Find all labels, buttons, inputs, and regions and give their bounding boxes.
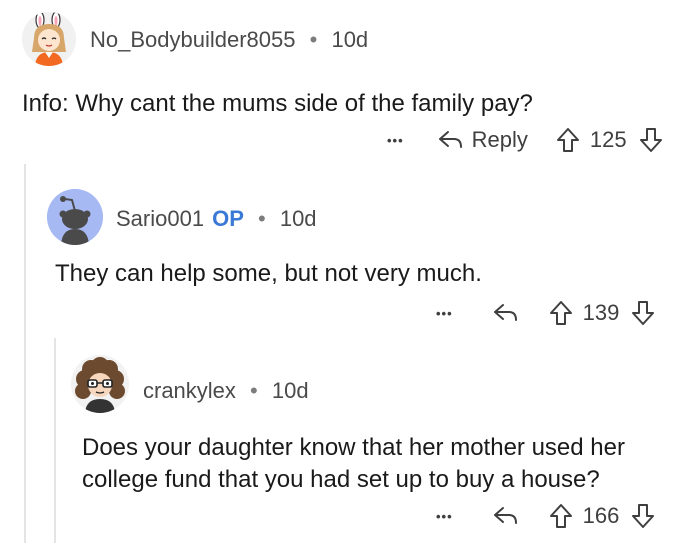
comment-actions: ••• Reply 125 bbox=[387, 122, 663, 158]
comment-actions: ••• 139 bbox=[436, 295, 655, 331]
comment-body: They can help some, but not very much. bbox=[55, 260, 482, 287]
timestamp: 10d bbox=[271, 378, 309, 403]
downvote-arrow-icon[interactable] bbox=[631, 503, 655, 529]
reply-label: Reply bbox=[471, 127, 528, 152]
comment-actions: ••• 166 bbox=[436, 498, 655, 534]
comment-meta: crankylex • 10d bbox=[143, 378, 309, 404]
timestamp: 10d bbox=[331, 27, 369, 52]
separator-dot: • bbox=[309, 27, 318, 52]
comment-body: Info: Why cant the mums side of the fami… bbox=[22, 90, 533, 117]
reply-arrow-icon[interactable] bbox=[493, 302, 519, 324]
separator-dot: • bbox=[258, 206, 266, 231]
vote-score: 125 bbox=[589, 127, 627, 152]
thread-line-level-2 bbox=[54, 338, 56, 543]
comment-body-line-1: Does your daughter know that her mother … bbox=[82, 434, 625, 461]
more-options-button[interactable]: ••• bbox=[436, 509, 453, 524]
avatar-bunny-girl-icon[interactable] bbox=[22, 12, 76, 66]
reply-arrow-icon[interactable] bbox=[493, 505, 519, 527]
op-badge: OP bbox=[212, 206, 244, 231]
comment-meta: No_Bodybuilder8055 • 10d bbox=[90, 27, 368, 53]
reply-arrow-icon bbox=[438, 129, 464, 151]
timestamp: 10d bbox=[279, 206, 317, 231]
upvote-arrow-icon[interactable] bbox=[549, 503, 573, 529]
reply-button[interactable]: Reply bbox=[438, 127, 528, 153]
username[interactable]: Sario001 bbox=[116, 206, 204, 231]
vote-score: 139 bbox=[582, 300, 620, 325]
thread-line-level-1 bbox=[24, 164, 26, 543]
avatar-curly-hair-icon[interactable] bbox=[71, 355, 129, 413]
separator-dot: • bbox=[250, 378, 258, 403]
username[interactable]: No_Bodybuilder8055 bbox=[90, 27, 296, 52]
more-options-button[interactable]: ••• bbox=[387, 133, 404, 148]
downvote-arrow-icon[interactable] bbox=[631, 300, 655, 326]
comment-meta: Sario001 OP • 10d bbox=[116, 206, 317, 232]
avatar-default-snoo-icon[interactable] bbox=[47, 189, 103, 245]
upvote-arrow-icon[interactable] bbox=[549, 300, 573, 326]
username[interactable]: crankylex bbox=[143, 378, 236, 403]
vote-score: 166 bbox=[582, 503, 620, 528]
comment-body-line-2: college fund that you had set up to buy … bbox=[82, 466, 600, 493]
more-options-button[interactable]: ••• bbox=[436, 306, 453, 321]
downvote-arrow-icon[interactable] bbox=[639, 127, 663, 153]
upvote-arrow-icon[interactable] bbox=[556, 127, 580, 153]
